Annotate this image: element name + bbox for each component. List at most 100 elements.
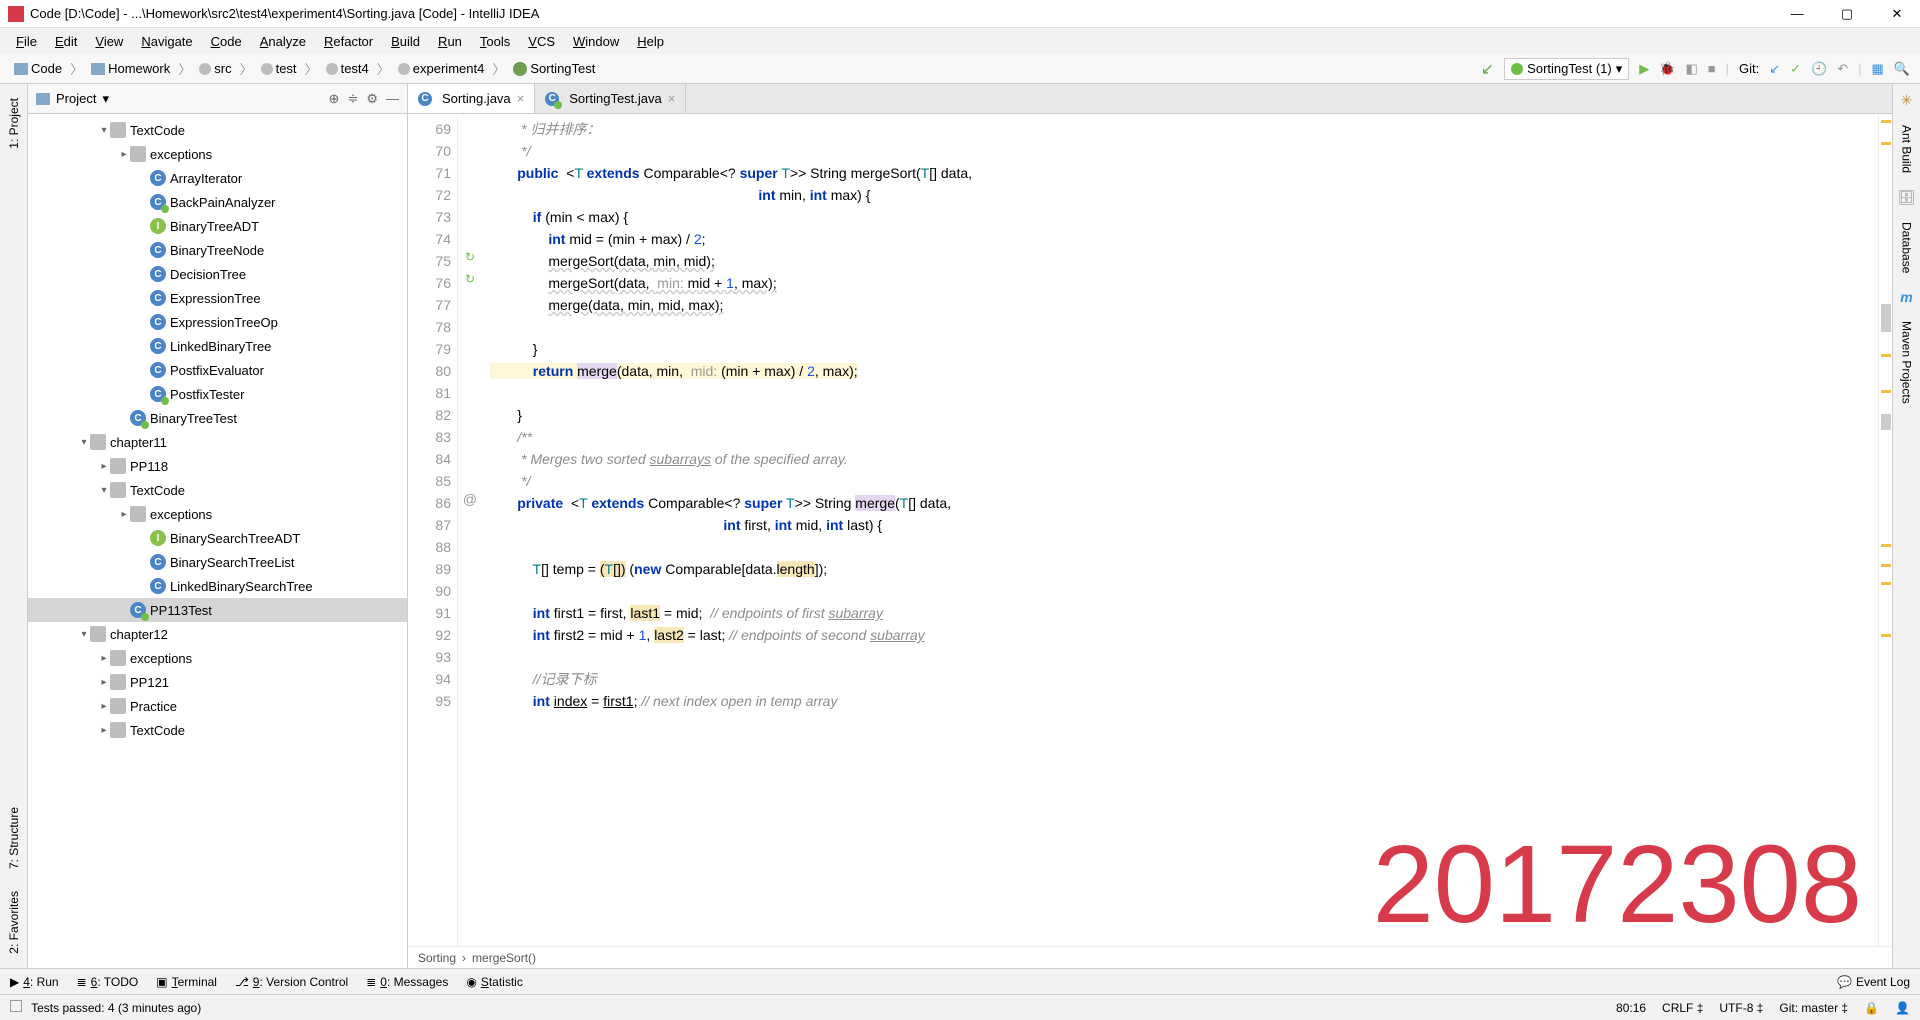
file-encoding[interactable]: UTF-8 ‡ <box>1719 1001 1763 1015</box>
tree-node[interactable]: ▸Practice <box>28 694 407 718</box>
editor-tab[interactable]: CSorting.java× <box>408 84 535 113</box>
tree-node[interactable]: CExpressionTree <box>28 286 407 310</box>
menu-code[interactable]: Code <box>203 32 250 51</box>
menu-window[interactable]: Window <box>565 32 627 51</box>
menu-run[interactable]: Run <box>430 32 470 51</box>
hector-icon[interactable]: 👤 <box>1895 1001 1910 1015</box>
menu-vcs[interactable]: VCS <box>520 32 563 51</box>
tree-node[interactable]: CBinarySearchTreeList <box>28 550 407 574</box>
tool-window-button[interactable]: ▣Terminal <box>156 975 217 989</box>
tree-node[interactable]: ▾TextCode <box>28 478 407 502</box>
recursion-icon[interactable]: ↻ <box>458 246 482 268</box>
breadcrumb-item[interactable]: experiment4 <box>394 59 489 78</box>
gear-icon[interactable]: ⚙ <box>366 91 378 107</box>
maven-icon[interactable]: m <box>1900 289 1912 305</box>
git-update-icon[interactable]: ↙ <box>1769 61 1780 77</box>
tool-window-button[interactable]: ▶4: Run <box>10 975 59 989</box>
menu-file[interactable]: File <box>8 32 45 51</box>
tool-window-button[interactable]: ≣0: Messages <box>366 975 448 989</box>
maximize-button[interactable]: ▢ <box>1832 6 1862 22</box>
hide-icon[interactable]: — <box>386 91 399 107</box>
breadcrumb-class[interactable]: Sorting <box>418 951 456 965</box>
tree-node[interactable]: CExpressionTreeOp <box>28 310 407 334</box>
database-icon[interactable]: 🗄 <box>1898 189 1916 206</box>
tree-node[interactable]: CBinaryTreeTest <box>28 406 407 430</box>
code-view[interactable]: * 归并排序： */ public <T extends Comparable<… <box>482 114 1878 946</box>
override-icon[interactable]: @ <box>458 488 482 510</box>
menu-help[interactable]: Help <box>629 32 672 51</box>
editor-tab[interactable]: CSortingTest.java× <box>535 84 686 113</box>
menu-build[interactable]: Build <box>383 32 428 51</box>
tree-node[interactable]: ▾TextCode <box>28 118 407 142</box>
search-icon[interactable]: 🔍 <box>1894 61 1910 77</box>
stop-button[interactable]: ■ <box>1708 61 1716 76</box>
breadcrumb-item[interactable]: Homework <box>87 59 174 78</box>
menu-edit[interactable]: Edit <box>47 32 85 51</box>
tree-node[interactable]: CPostfixEvaluator <box>28 358 407 382</box>
tree-node[interactable]: ▸exceptions <box>28 646 407 670</box>
event-log-button[interactable]: 💬Event Log <box>1837 975 1910 989</box>
tree-node[interactable]: ▸PP118 <box>28 454 407 478</box>
debug-button[interactable]: 🐞 <box>1659 61 1675 77</box>
tree-node[interactable]: IBinarySearchTreeADT <box>28 526 407 550</box>
editor-body[interactable]: 6970717273747576777879808182838485868788… <box>408 114 1892 946</box>
build-icon[interactable]: ↙ <box>1481 59 1494 79</box>
ant-icon[interactable]: ✳ <box>1901 92 1913 109</box>
tree-node[interactable]: CLinkedBinaryTree <box>28 334 407 358</box>
breadcrumb-method[interactable]: mergeSort() <box>472 951 536 965</box>
project-tool-button[interactable]: 1: Project <box>7 92 21 155</box>
git-commit-icon[interactable]: ✓ <box>1790 61 1801 77</box>
tree-node[interactable]: CPostfixTester <box>28 382 407 406</box>
git-branch[interactable]: Git: master ‡ <box>1779 1001 1848 1015</box>
maven-button[interactable]: Maven Projects <box>1900 321 1914 404</box>
tool-window-button[interactable]: ◉Statistic <box>466 975 523 989</box>
close-icon[interactable]: × <box>517 91 525 106</box>
menu-refactor[interactable]: Refactor <box>316 32 381 51</box>
ant-build-button[interactable]: Ant Build <box>1900 125 1914 173</box>
line-separator[interactable]: CRLF ‡ <box>1662 1001 1703 1015</box>
tree-node[interactable]: CDecisionTree <box>28 262 407 286</box>
tool-window-button[interactable]: ⎇9: Version Control <box>235 975 348 989</box>
database-button[interactable]: Database <box>1900 222 1914 273</box>
run-config-selector[interactable]: SortingTest (1) ▾ <box>1504 58 1629 80</box>
tree-node[interactable]: ▸PP121 <box>28 670 407 694</box>
close-button[interactable]: ✕ <box>1882 6 1912 22</box>
structure-icon[interactable]: ▦ <box>1872 61 1884 77</box>
breadcrumb-item[interactable]: SortingTest <box>509 59 599 78</box>
project-tree[interactable]: ▾TextCode▸exceptionsCArrayIteratorCBackP… <box>28 114 407 968</box>
minimize-button[interactable]: — <box>1782 6 1812 22</box>
tree-node[interactable]: IBinaryTreeADT <box>28 214 407 238</box>
close-icon[interactable]: × <box>668 91 676 106</box>
lock-icon[interactable]: 🔒 <box>1864 1001 1879 1015</box>
breadcrumb-item[interactable]: test <box>257 59 301 78</box>
tree-node[interactable]: CBackPainAnalyzer <box>28 190 407 214</box>
menu-tools[interactable]: Tools <box>472 32 518 51</box>
coverage-button[interactable]: ◧ <box>1685 61 1697 77</box>
breadcrumb-item[interactable]: test4 <box>322 59 373 78</box>
structure-tool-button[interactable]: 7: Structure <box>7 801 21 875</box>
menu-view[interactable]: View <box>87 32 131 51</box>
run-button[interactable]: ▶ <box>1639 61 1649 77</box>
git-history-icon[interactable]: 🕘 <box>1811 61 1827 77</box>
breadcrumb-item[interactable]: Code <box>10 59 66 78</box>
tree-node[interactable]: ▸exceptions <box>28 502 407 526</box>
git-revert-icon[interactable]: ↶ <box>1837 61 1848 77</box>
menu-analyze[interactable]: Analyze <box>252 32 314 51</box>
favorites-tool-button[interactable]: 2: Favorites <box>7 885 21 960</box>
tool-window-button[interactable]: ≣6: TODO <box>77 975 139 989</box>
menu-navigate[interactable]: Navigate <box>133 32 200 51</box>
tree-node[interactable]: ▸TextCode <box>28 718 407 742</box>
chevron-down-icon[interactable]: ▾ <box>102 91 109 107</box>
collapse-icon[interactable]: ≑ <box>347 91 358 107</box>
scroll-to-source-icon[interactable]: ⊕ <box>329 91 340 107</box>
tree-node[interactable]: CLinkedBinarySearchTree <box>28 574 407 598</box>
tree-node[interactable]: CArrayIterator <box>28 166 407 190</box>
error-stripe[interactable] <box>1878 114 1892 946</box>
tree-node[interactable]: ▾chapter12 <box>28 622 407 646</box>
tree-node[interactable]: ▾chapter11 <box>28 430 407 454</box>
recursion-icon[interactable]: ↻ <box>458 268 482 290</box>
tree-node[interactable]: CBinaryTreeNode <box>28 238 407 262</box>
breadcrumb-item[interactable]: src <box>195 59 235 78</box>
tree-node[interactable]: ▸exceptions <box>28 142 407 166</box>
tree-node[interactable]: CPP113Test <box>28 598 407 622</box>
